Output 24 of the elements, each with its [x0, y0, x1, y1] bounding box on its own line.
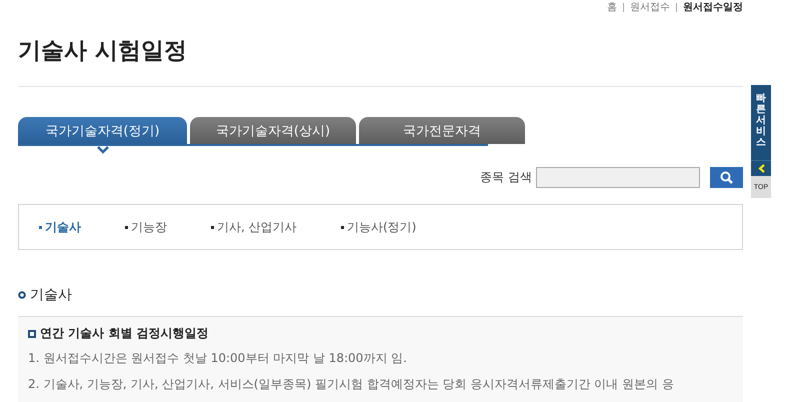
category-link[interactable]: 기능장	[125, 218, 211, 236]
tab[interactable]: 국가기술자격(상시)	[190, 117, 356, 144]
search-icon	[720, 171, 733, 184]
ring-bullet-icon	[18, 291, 26, 299]
category-link[interactable]: 기술사	[39, 218, 125, 236]
search-field[interactable]	[536, 167, 700, 188]
notice-title: 연간 기술사 회별 검정시행일정	[40, 325, 209, 342]
breadcrumb-link[interactable]: 홈	[607, 0, 617, 14]
notice-text: 2. 기술사, 기능장, 기사, 산업기사, 서비스(일부종목) 필기시험 합격예정자는 당회 응시자격서류제출기간 이내 원본의 응	[28, 376, 675, 393]
tab[interactable]: 국가기술자격(정기)	[18, 117, 187, 144]
tab[interactable]: 국가전문자격	[359, 117, 525, 144]
breadcrumb-link[interactable]: 원서접수일정	[683, 0, 743, 14]
search-label: 종목 검색	[480, 169, 532, 186]
chevron-left-icon	[758, 164, 764, 173]
collapse-button[interactable]	[751, 160, 771, 176]
quick-menu-label[interactable]: 빠른서비스	[751, 85, 771, 160]
notice-text: 1. 원서접수시간은 원서접수 첫날 10:00부터 마지막 날 18:00까지 임.	[28, 350, 408, 367]
search-button[interactable]	[710, 167, 743, 188]
breadcrumb-link[interactable]: 원서접수	[630, 0, 670, 14]
category-link[interactable]: 기사, 산업기사	[211, 218, 341, 236]
page-title: 기술사 시험일정	[18, 37, 188, 66]
bullet-icon	[28, 330, 36, 338]
section-title: 기술사	[30, 286, 72, 304]
category-link[interactable]: 기능사(정기)	[341, 218, 427, 236]
